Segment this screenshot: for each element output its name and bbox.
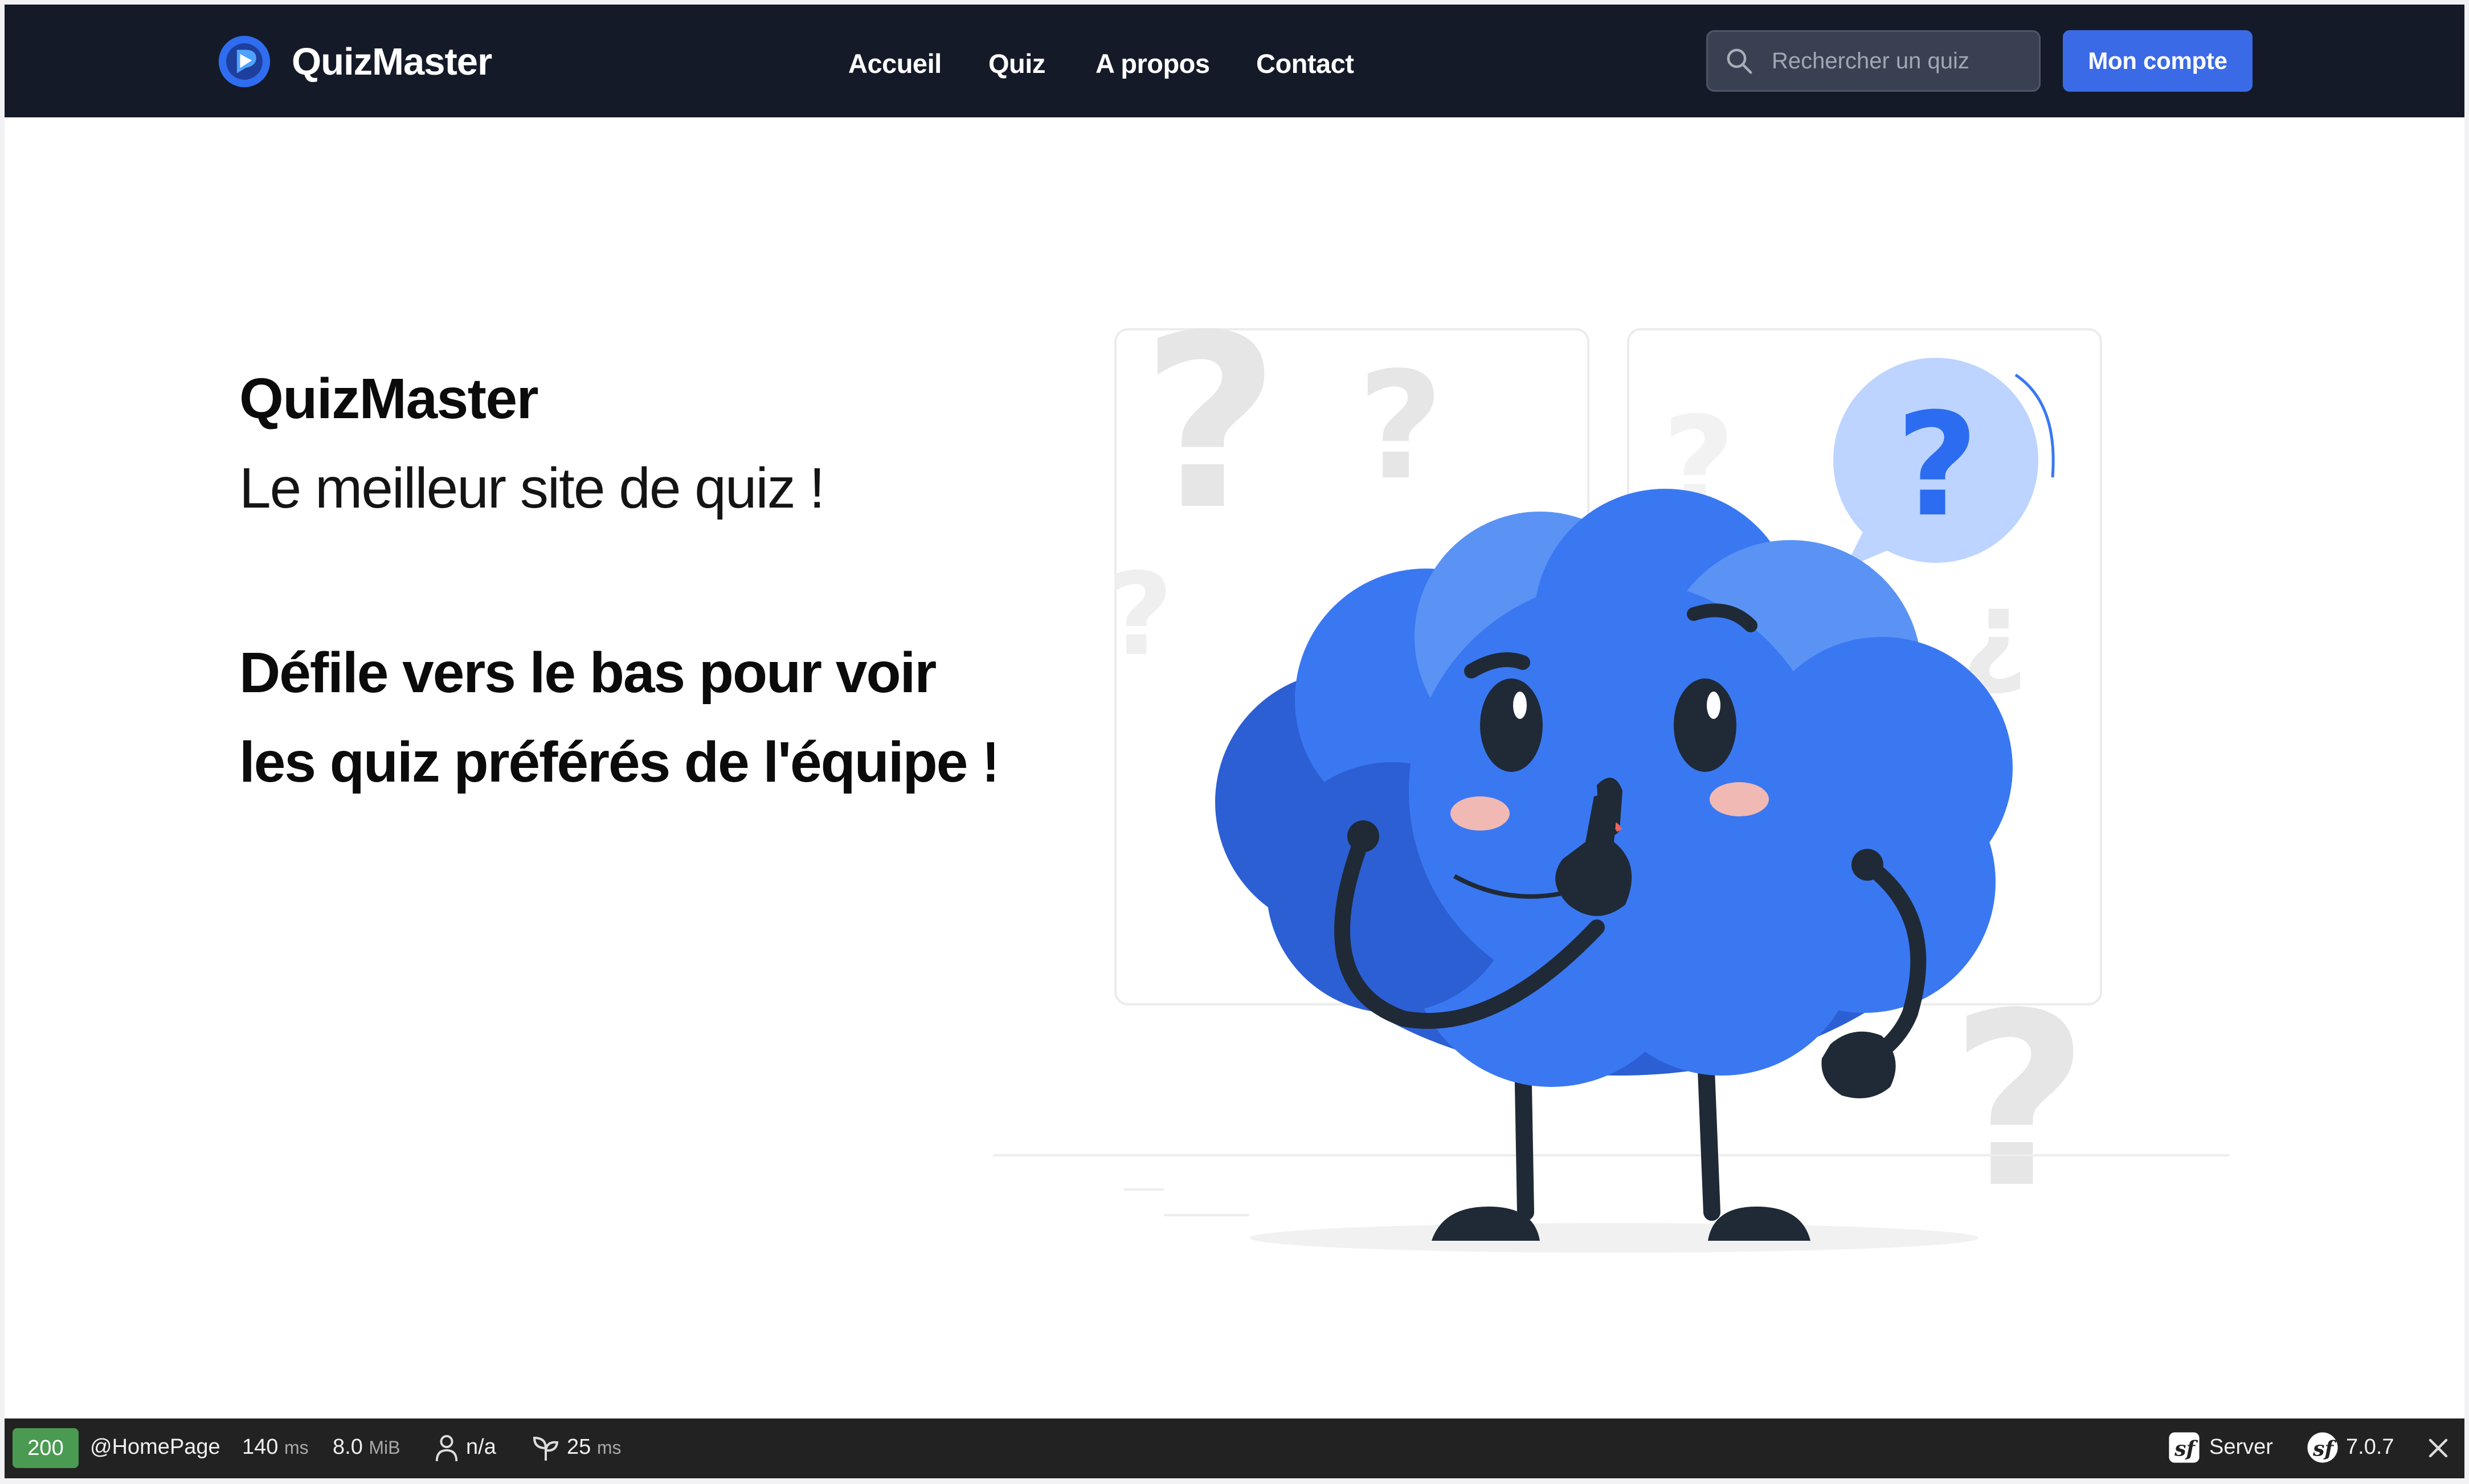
symfony-version[interactable]: 7.0.7 [2346, 1435, 2394, 1460]
symfony-logo-icon: sf [2307, 1432, 2338, 1463]
svg-text:?: ? [1896, 382, 1979, 548]
sprout-icon [533, 1436, 559, 1461]
symfony-server-icon: sf [2169, 1432, 2200, 1463]
svg-text:sf: sf [2312, 1437, 2336, 1461]
svg-text:?: ? [1358, 341, 1444, 513]
hero-subtitle: Le meilleur site de quiz ! [239, 456, 825, 520]
request-time-value: 140 [242, 1435, 279, 1459]
nav-link-accueil[interactable]: Accueil [848, 48, 942, 79]
thinking-brain-icon: ? ? ? ? ¿ ? ? [993, 301, 2229, 1253]
memory-usage[interactable]: 8.0 MiB [333, 1435, 400, 1460]
navbar: QuizMaster Accueil Quiz A propos Contact… [5, 5, 2464, 117]
hero-cta-line-2: les quiz préférés de l'équipe ! [239, 730, 994, 794]
quizmaster-logo-icon [218, 35, 271, 88]
nav-link-quiz[interactable]: Quiz [988, 48, 1045, 79]
nav-link-contact[interactable]: Contact [1256, 48, 1354, 79]
hero-title: QuizMaster [239, 367, 539, 431]
init-time[interactable]: 25 ms [567, 1435, 622, 1460]
svg-text:?: ? [1950, 962, 2089, 1241]
request-time-unit: ms [284, 1437, 309, 1458]
server-label[interactable]: Server [2209, 1435, 2273, 1460]
user-icon [435, 1435, 458, 1462]
search-icon [1727, 48, 1752, 74]
close-icon[interactable] [2427, 1437, 2450, 1460]
request-time[interactable]: 140 ms [242, 1435, 309, 1460]
hero-cta-line-1: Défile vers le bas pour voir [239, 641, 937, 705]
brand-link[interactable]: QuizMaster [218, 34, 492, 89]
svg-text:?: ? [1141, 301, 1280, 563]
nav-link-a-propos[interactable]: A propos [1095, 48, 1210, 79]
svg-text:sf: sf [2174, 1437, 2198, 1461]
search-box [1706, 30, 2041, 92]
browser-page: QuizMaster Accueil Quiz A propos Contact… [5, 5, 2464, 1478]
debug-toolbar: 200 @HomePage 140 ms 8.0 MiB n/a 25 ms s… [5, 1418, 2464, 1478]
hero-cta: Défile vers le bas pour voir les quiz pr… [239, 628, 994, 807]
brand-name: QuizMaster [292, 40, 492, 83]
memory-value: 8.0 [333, 1435, 363, 1459]
security-user[interactable]: n/a [466, 1435, 496, 1460]
search-input[interactable] [1771, 47, 2035, 75]
route-name[interactable]: @HomePage [90, 1435, 220, 1460]
memory-unit: MiB [369, 1437, 400, 1458]
init-time-unit: ms [596, 1437, 622, 1458]
init-time-value: 25 [567, 1435, 591, 1459]
svg-text:?: ? [1107, 549, 1173, 681]
account-button[interactable]: Mon compte [2063, 30, 2253, 92]
status-badge[interactable]: 200 [13, 1428, 79, 1468]
